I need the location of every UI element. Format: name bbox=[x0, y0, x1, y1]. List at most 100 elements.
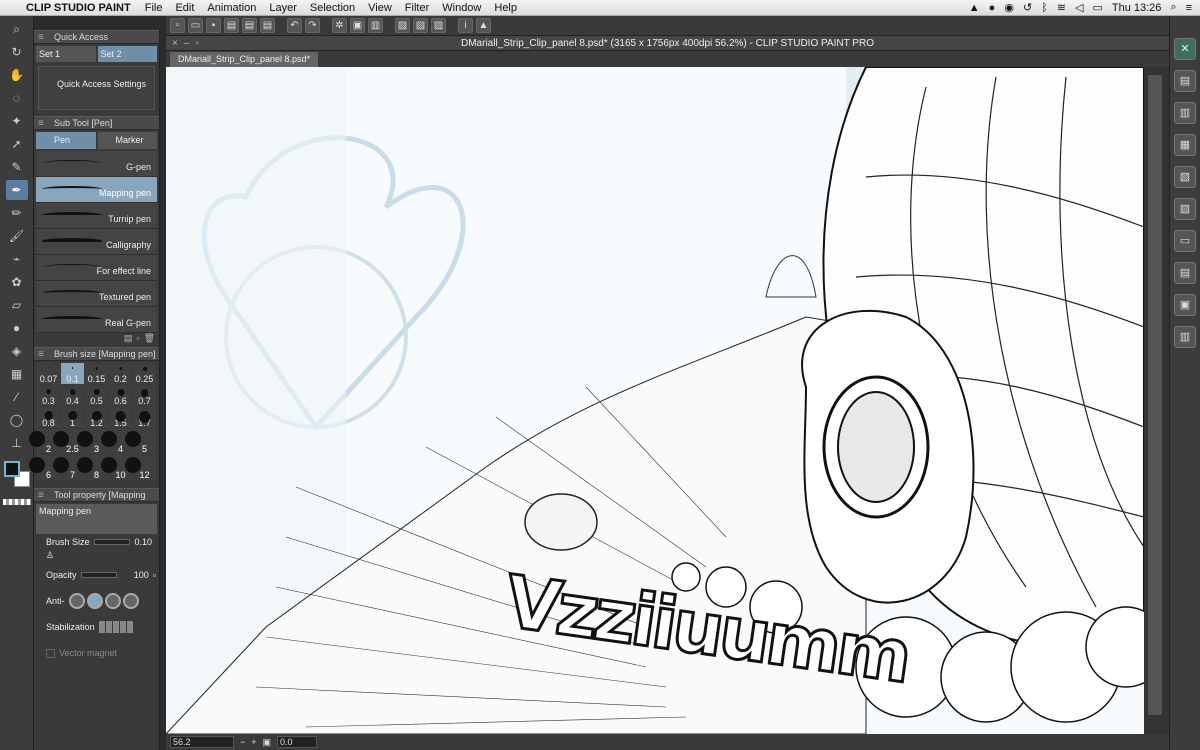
zoom-in-icon[interactable]: + bbox=[251, 737, 256, 747]
stabilization-slider[interactable] bbox=[98, 621, 133, 633]
pen-pressure-icon[interactable]: ♙ bbox=[46, 550, 54, 561]
fill-icon[interactable]: ▥ bbox=[368, 18, 383, 33]
brush-item[interactable]: Textured pen bbox=[36, 281, 157, 307]
copy-sub-tool-icon[interactable]: ▫ bbox=[136, 333, 139, 347]
eraser-tool-icon[interactable]: ▱ bbox=[6, 295, 28, 315]
export-png-icon[interactable]: ▤ bbox=[242, 18, 257, 33]
frame-tool-icon[interactable]: ◯ bbox=[6, 410, 28, 430]
loading-icon[interactable]: ✲ bbox=[332, 18, 347, 33]
history-icon[interactable]: ▤ bbox=[1174, 262, 1196, 284]
folder-icon[interactable]: ▭ bbox=[1174, 230, 1196, 252]
brush-size-preset[interactable]: 0.25 bbox=[133, 363, 156, 384]
group-marker[interactable]: Marker bbox=[97, 132, 157, 149]
blend-tool-icon[interactable]: ● bbox=[6, 318, 28, 338]
new-file-icon[interactable]: ▫ bbox=[170, 18, 185, 33]
brush-size-preset[interactable]: 0.4 bbox=[61, 385, 84, 406]
main-color-swatch[interactable] bbox=[3, 461, 20, 477]
menu-filter[interactable]: Filter bbox=[405, 2, 429, 14]
brush-size-preset[interactable]: 0.2 bbox=[109, 363, 132, 384]
airbrush-tool-icon[interactable]: ⌁ bbox=[6, 249, 28, 269]
export-psd-icon[interactable]: ▤ bbox=[260, 18, 275, 33]
brush-size-preset[interactable]: 0.7 bbox=[133, 385, 156, 406]
layer-property-icon[interactable]: ▤ bbox=[1174, 70, 1196, 92]
menu-animation[interactable]: Animation bbox=[207, 2, 256, 14]
brush-size-value[interactable]: 0.10 bbox=[134, 537, 152, 547]
learn-icon[interactable]: ▲ bbox=[476, 18, 491, 33]
brush-size-preset[interactable]: 5 bbox=[125, 429, 156, 454]
clear-selection-icon[interactable]: ▨ bbox=[413, 18, 428, 33]
aa-weak-icon[interactable] bbox=[86, 593, 103, 609]
clock[interactable]: Thu 13:26 bbox=[1112, 2, 1162, 14]
spotlight-icon[interactable]: ⌕ bbox=[1170, 1, 1176, 14]
color-set-icon[interactable]: ▧ bbox=[1174, 166, 1196, 188]
delete-sub-tool-icon[interactable]: 🗑 bbox=[144, 333, 155, 347]
scroll-thumb[interactable] bbox=[1148, 75, 1162, 715]
crop-icon[interactable]: ▨ bbox=[431, 18, 446, 33]
brush-item[interactable]: G-pen bbox=[36, 151, 157, 177]
tab-set-1[interactable]: Set 1 bbox=[36, 46, 96, 62]
fill-tool-icon[interactable]: ◈ bbox=[6, 341, 28, 361]
zoom-tool-icon[interactable]: ⌕ bbox=[6, 19, 28, 39]
menu-selection[interactable]: Selection bbox=[310, 2, 355, 14]
vector-magnet-checkbox[interactable] bbox=[46, 648, 55, 658]
app-menu[interactable]: CLIP STUDIO PAINT bbox=[26, 2, 131, 14]
menu-layer[interactable]: Layer bbox=[269, 2, 297, 14]
transparent-color-swatch[interactable] bbox=[2, 499, 31, 505]
brush-item[interactable]: Calligraphy bbox=[36, 229, 157, 255]
decoration-tool-icon[interactable]: ✿ bbox=[6, 272, 28, 292]
layers-icon[interactable]: ▥ bbox=[1174, 102, 1196, 124]
aa-strong-icon[interactable] bbox=[122, 593, 139, 609]
brush-item[interactable]: Real G-pen bbox=[36, 307, 157, 333]
brush-size-property[interactable]: Brush Size 0.10 ♙ bbox=[34, 536, 159, 562]
sync-icon[interactable]: ◉ bbox=[1004, 1, 1014, 14]
navigator-icon[interactable]: ✕ bbox=[1174, 38, 1196, 60]
ruler-tool-icon[interactable]: ⊥ bbox=[6, 433, 28, 453]
opacity-value[interactable]: 100 bbox=[134, 570, 149, 580]
brush-size-preset[interactable]: 0.07 bbox=[37, 363, 60, 384]
group-pen[interactable]: Pen bbox=[36, 132, 96, 149]
zoom-out-icon[interactable]: − bbox=[240, 737, 245, 747]
opacity-slider[interactable] bbox=[80, 572, 117, 578]
brush-size-preset[interactable]: 1 bbox=[61, 407, 84, 428]
document-tab[interactable]: DMariall_Strip_Clip_panel 8.psd* bbox=[170, 52, 319, 67]
pen-tool-icon[interactable]: ✒ bbox=[5, 180, 28, 200]
sub-tool-menu-icon[interactable]: ▤ bbox=[124, 333, 133, 347]
aa-none-icon[interactable] bbox=[68, 593, 85, 609]
evernote-icon[interactable]: ● bbox=[989, 2, 996, 14]
rotation-field[interactable]: 0.0 bbox=[277, 736, 318, 748]
window-controls[interactable]: ×–▫ bbox=[172, 36, 205, 51]
brush-size-preset[interactable]: 12 bbox=[125, 455, 156, 480]
opacity-pressure-icon[interactable]: ▫ bbox=[153, 570, 156, 580]
redo-icon[interactable]: ↷ bbox=[305, 18, 320, 33]
layer-search-icon[interactable]: ▥ bbox=[1174, 326, 1196, 348]
wifi-icon[interactable]: ≋ bbox=[1057, 1, 1066, 14]
clear-icon[interactable]: ▨ bbox=[395, 18, 410, 33]
rotate-tool-icon[interactable]: ↻ bbox=[6, 42, 28, 62]
sub-view-icon[interactable]: ▣ bbox=[1174, 294, 1196, 316]
transform-icon[interactable]: ▣ bbox=[350, 18, 365, 33]
brush-size-preset[interactable]: 1.2 bbox=[85, 407, 108, 428]
notification-icon[interactable]: ≡ bbox=[1186, 2, 1192, 14]
save-icon[interactable]: ▪ bbox=[206, 18, 221, 33]
lasso-tool-icon[interactable]: ◌ bbox=[6, 88, 28, 108]
brush-size-preset[interactable]: 0.3 bbox=[37, 385, 60, 406]
brush-size-preset[interactable]: 0.8 bbox=[37, 407, 60, 428]
figure-tool-icon[interactable]: ∕ bbox=[6, 387, 28, 407]
brush-size-preset[interactable]: 0.6 bbox=[109, 385, 132, 406]
quick-access-settings[interactable]: Quick Access Settings bbox=[38, 66, 155, 110]
brush-item[interactable]: For effect line bbox=[36, 255, 157, 281]
aa-medium-icon[interactable] bbox=[104, 593, 121, 609]
brush-tool-icon[interactable]: 🖌 bbox=[6, 226, 28, 246]
brush-item[interactable]: Mapping pen bbox=[36, 177, 157, 203]
menu-help[interactable]: Help bbox=[494, 2, 517, 14]
vertical-scrollbar[interactable] bbox=[1144, 67, 1169, 734]
bluetooth-icon[interactable]: ᛒ bbox=[1041, 2, 1048, 14]
info-icon[interactable]: i bbox=[458, 18, 473, 33]
volume-icon[interactable]: ◁ bbox=[1075, 1, 1083, 14]
materials-icon[interactable]: ▨ bbox=[1174, 198, 1196, 220]
battery-icon[interactable]: ▭ bbox=[1092, 1, 1102, 14]
canvas[interactable]: Vzziiuumm bbox=[166, 67, 1144, 734]
fit-icon[interactable]: ▣ bbox=[263, 737, 272, 748]
brush-size-preset[interactable]: 0.5 bbox=[85, 385, 108, 406]
brush-item[interactable]: Turnip pen bbox=[36, 203, 157, 229]
